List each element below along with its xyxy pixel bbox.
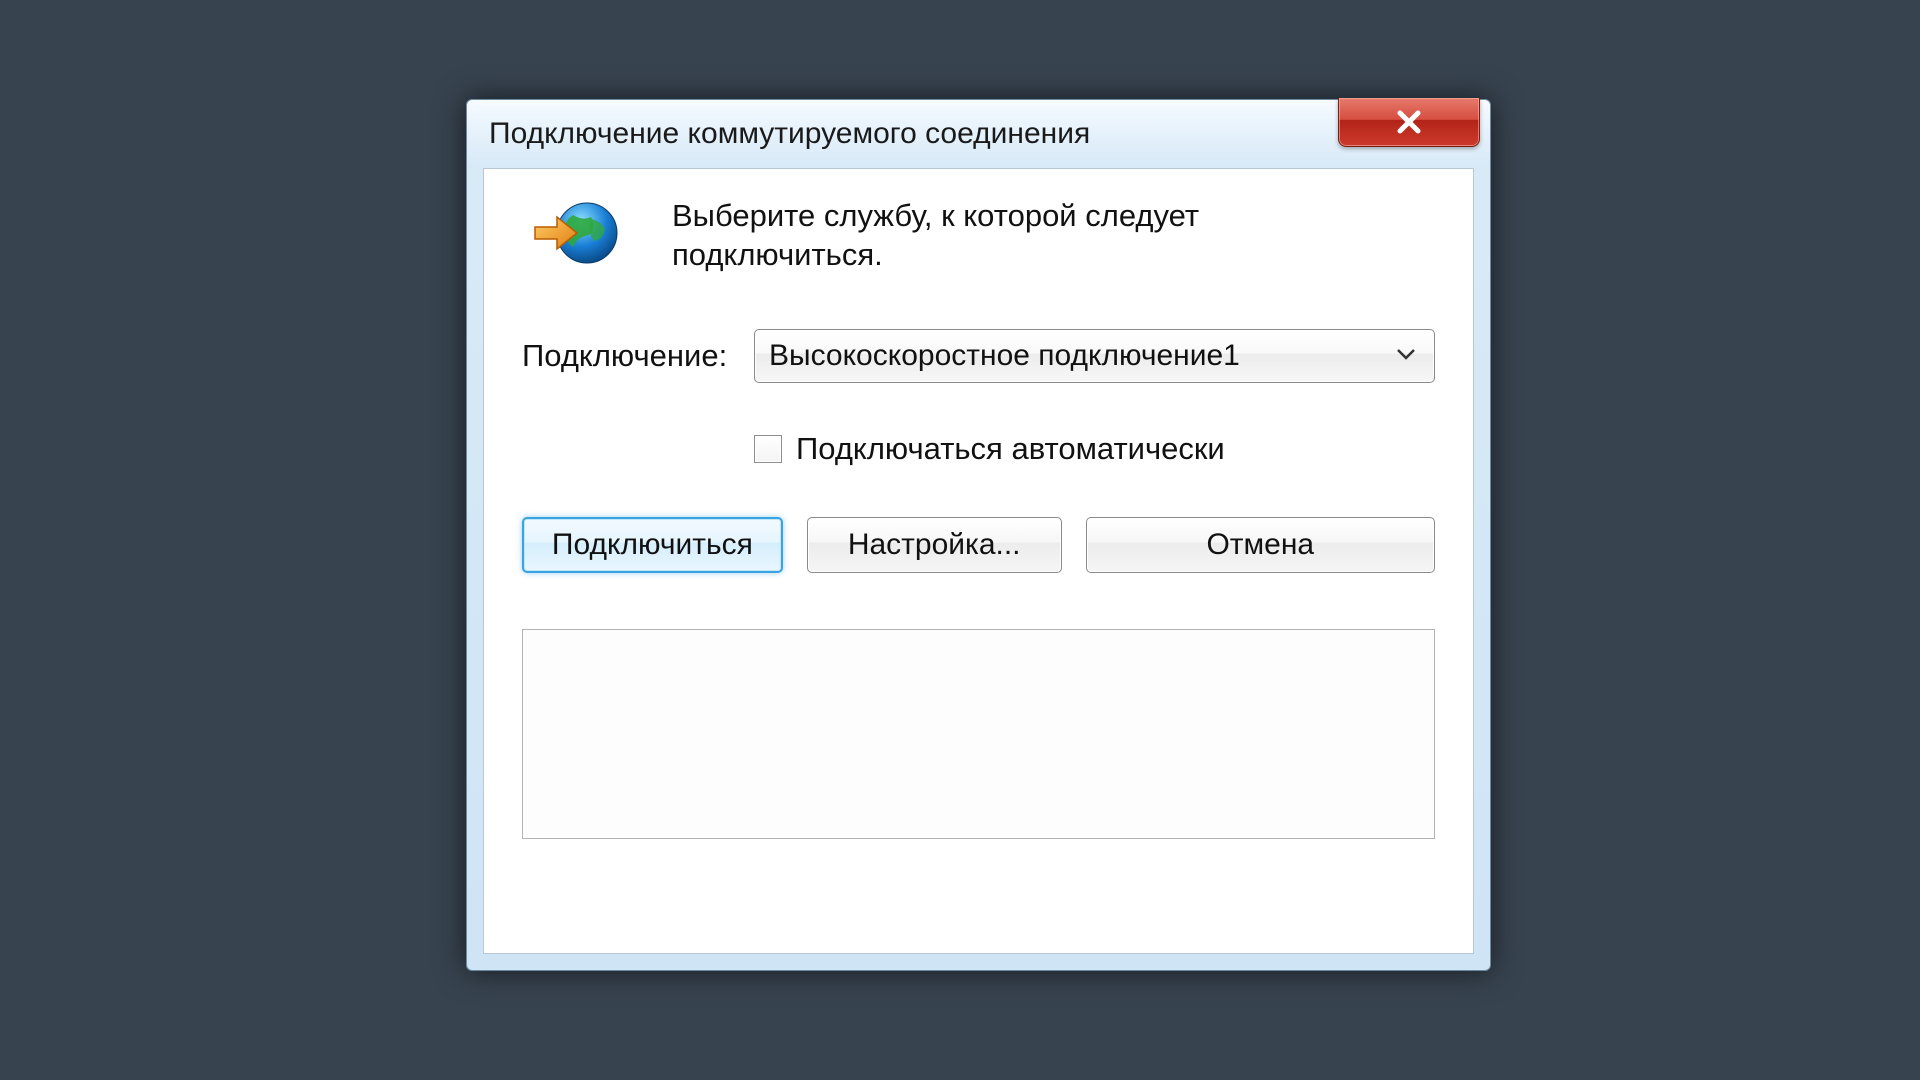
titlebar[interactable]: Подключение коммутируемого соединения xyxy=(467,100,1490,168)
status-area xyxy=(522,629,1435,839)
cancel-button-label: Отмена xyxy=(1206,528,1314,562)
settings-button-label: Настройка... xyxy=(848,528,1021,562)
auto-connect-row: Подключаться автоматически xyxy=(754,431,1435,467)
dialog-client-area: Выберите службу, к которой следует подкл… xyxy=(483,168,1474,954)
chevron-down-icon xyxy=(1396,347,1416,365)
connection-globe-icon xyxy=(522,197,632,269)
connection-row: Подключение: Высокоскоростное подключени… xyxy=(522,329,1435,383)
close-icon xyxy=(1396,109,1422,135)
intro-text: Выберите службу, к которой следует подкл… xyxy=(672,197,1312,275)
connect-button-label: Подключиться xyxy=(552,528,753,562)
settings-button[interactable]: Настройка... xyxy=(807,517,1062,573)
button-row: Подключиться Настройка... Отмена xyxy=(522,517,1435,573)
cancel-button[interactable]: Отмена xyxy=(1086,517,1435,573)
dialup-connection-dialog: Подключение коммутируемого соединения xyxy=(466,99,1491,971)
auto-connect-label[interactable]: Подключаться автоматически xyxy=(796,431,1225,467)
dialog-title: Подключение коммутируемого соединения xyxy=(489,117,1090,151)
close-button[interactable] xyxy=(1338,98,1480,147)
auto-connect-checkbox[interactable] xyxy=(754,435,782,463)
connection-dropdown[interactable]: Высокоскоростное подключение1 xyxy=(754,329,1435,383)
connection-label: Подключение: xyxy=(522,338,754,374)
connect-button[interactable]: Подключиться xyxy=(522,517,783,573)
intro-section: Выберите службу, к которой следует подкл… xyxy=(522,197,1435,275)
connection-dropdown-value: Высокоскоростное подключение1 xyxy=(769,339,1240,373)
